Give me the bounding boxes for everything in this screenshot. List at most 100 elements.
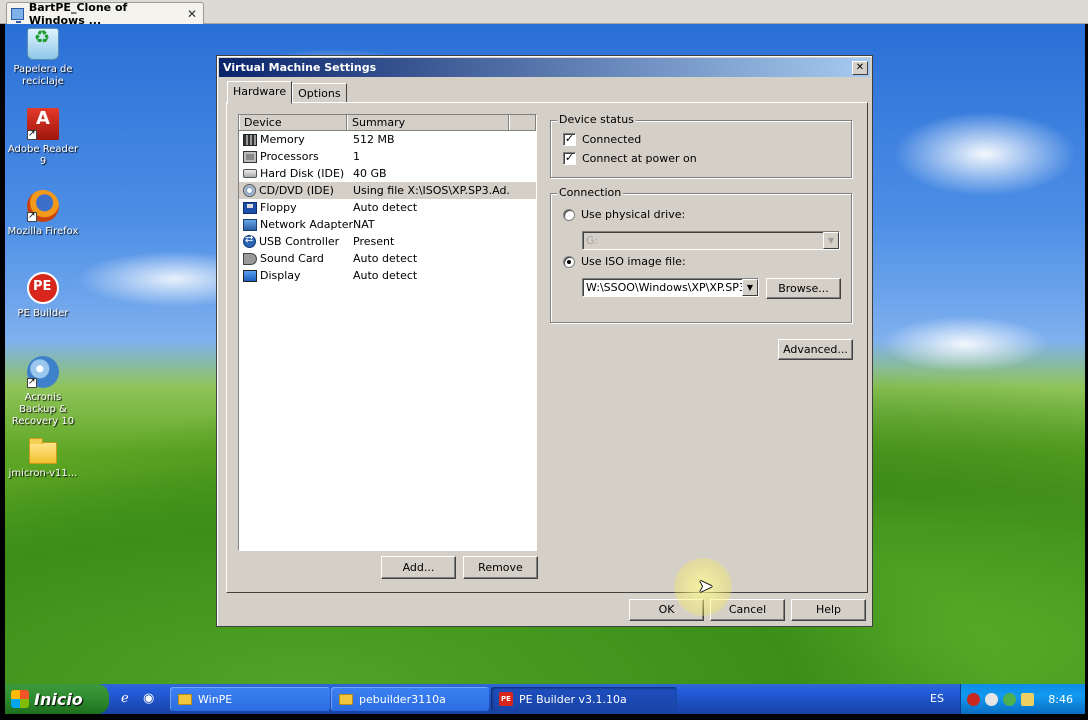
use-physical-drive-radio[interactable]: Use physical drive:	[563, 208, 685, 221]
browse-button[interactable]: Browse...	[766, 278, 841, 299]
device-summary: Auto detect	[353, 269, 418, 282]
folder-icon	[178, 693, 192, 705]
iso-image-path-value[interactable]: W:\SSOO\Windows\XP\XP.SP3.f	[583, 281, 742, 294]
taskbar: Inicio ℯ ◉ WinPE pebuilder3110a PE PE Bu…	[5, 684, 1085, 714]
hard-disk-icon	[243, 169, 257, 178]
advanced-button[interactable]: Advanced...	[778, 339, 853, 360]
desktop-icon-pe-builder[interactable]: PE Builder	[5, 272, 81, 320]
add-button[interactable]: Add...	[381, 556, 456, 579]
sound-card-icon	[243, 252, 257, 265]
checkbox-box[interactable]: ✓	[563, 152, 576, 165]
close-icon[interactable]: ✕	[187, 7, 197, 21]
desktop-icon-label: Acronis Backup & Recovery 10	[11, 392, 75, 427]
host-vm-tab[interactable]: BartPE_Clone of Windows ... ✕	[6, 0, 204, 27]
adobe-reader-icon	[27, 108, 59, 140]
device-row-floppy[interactable]: Floppy Auto detect	[239, 199, 536, 216]
start-label: Inicio	[34, 689, 83, 709]
device-name: Display	[260, 269, 301, 282]
shortcut-arrow-icon	[27, 376, 37, 388]
ie-icon[interactable]: ℯ	[121, 691, 129, 706]
chevron-down-icon[interactable]: ▼	[742, 279, 758, 296]
usb-icon	[243, 234, 256, 248]
device-status-group: Device status ✓ Connected ✓ Connect at p…	[550, 114, 852, 178]
recycle-bin-icon	[27, 28, 59, 60]
device-summary: Auto detect	[353, 201, 418, 214]
radio-button[interactable]	[563, 208, 575, 221]
device-summary: 40 GB	[353, 167, 387, 180]
desktop-icon-adobe-reader[interactable]: Adobe Reader 9	[5, 108, 81, 168]
task-label: WinPE	[198, 692, 233, 706]
device-row-hard-disk[interactable]: Hard Disk (IDE) 40 GB	[239, 165, 536, 182]
column-header-filler	[509, 115, 536, 130]
desktop-icon-label: jmicron-v11...	[8, 468, 78, 479]
taskbar-item-winpe[interactable]: WinPE	[170, 687, 330, 711]
desktop-icon-recycle-bin[interactable]: Papelera de reciclaje	[5, 28, 81, 88]
host-tab-title: BartPE_Clone of Windows ...	[28, 0, 128, 27]
vm-settings-dialog: Virtual Machine Settings ✕ Hardware Opti…	[216, 55, 873, 627]
device-name: Processors	[260, 150, 319, 163]
use-iso-image-label: Use ISO image file:	[581, 255, 686, 268]
memory-icon	[243, 133, 257, 146]
close-icon[interactable]: ✕	[852, 60, 868, 75]
device-row-network-adapter[interactable]: Network Adapter NAT	[239, 216, 536, 233]
chevron-down-icon: ▼	[823, 232, 839, 249]
connected-checkbox[interactable]: ✓ Connected	[563, 133, 641, 146]
clock[interactable]: 8:46	[1048, 693, 1073, 706]
help-button[interactable]: Help	[791, 599, 866, 621]
acronis-icon	[27, 356, 59, 388]
connect-at-power-on-label: Connect at power on	[582, 152, 697, 165]
remove-button[interactable]: Remove	[463, 556, 538, 579]
pe-builder-icon	[27, 272, 59, 304]
desktop-icon-label: PE Builder	[17, 308, 69, 319]
desktop-icon-firefox[interactable]: Mozilla Firefox	[5, 190, 81, 238]
device-name: Sound Card	[260, 252, 324, 265]
dialog-titlebar[interactable]: Virtual Machine Settings ✕	[219, 58, 870, 77]
security-shield-icon[interactable]	[967, 692, 980, 706]
taskbar-item-pe-builder[interactable]: PE PE Builder v3.1.10a	[491, 687, 677, 711]
device-row-cd-dvd[interactable]: CD/DVD (IDE) Using file X:\ISOS\XP.SP3.A…	[239, 182, 536, 199]
taskbar-item-pebuilder3110a[interactable]: pebuilder3110a	[331, 687, 489, 711]
device-list-header: Device Summary	[239, 115, 536, 131]
pe-builder-icon: PE	[499, 692, 513, 706]
dialog-tabs: Hardware Options	[227, 81, 347, 104]
tray-tool-icon[interactable]	[1021, 692, 1034, 706]
desktop-icon[interactable]: ◉	[143, 691, 154, 706]
desktop-icon-label: Papelera de reciclaje	[13, 64, 73, 87]
device-summary: Using file X:\ISOS\XP.SP3.Ad...	[353, 184, 509, 197]
task-label: pebuilder3110a	[359, 692, 446, 706]
display-icon	[243, 269, 257, 282]
device-summary: NAT	[353, 218, 375, 231]
shortcut-arrow-icon	[27, 128, 37, 140]
start-button[interactable]: Inicio	[5, 684, 109, 714]
device-summary: Auto detect	[353, 252, 418, 265]
device-summary: 1	[353, 150, 360, 163]
language-indicator[interactable]: ES	[930, 692, 944, 705]
device-row-sound-card[interactable]: Sound Card Auto detect	[239, 250, 536, 267]
tab-options[interactable]: Options	[292, 83, 347, 103]
device-row-memory[interactable]: Memory 512 MB	[239, 131, 536, 148]
floppy-icon	[243, 201, 257, 214]
device-list[interactable]: Device Summary Memory 512 MB Processors …	[238, 114, 537, 551]
tab-hardware[interactable]: Hardware	[227, 81, 293, 104]
desktop-icon-jmicron-folder[interactable]: jmicron-v11...	[5, 436, 81, 480]
connect-at-power-on-checkbox[interactable]: ✓ Connect at power on	[563, 152, 697, 165]
tray-app-icon[interactable]	[985, 692, 998, 706]
radio-button[interactable]	[563, 255, 575, 268]
network-icon[interactable]	[1003, 692, 1016, 706]
device-name: Network Adapter	[260, 218, 354, 231]
connection-label: Connection	[557, 186, 624, 199]
use-iso-image-radio[interactable]: Use ISO image file:	[563, 255, 686, 268]
column-header-device[interactable]: Device	[239, 115, 347, 130]
firefox-icon	[27, 190, 59, 222]
column-header-summary[interactable]: Summary	[347, 115, 509, 130]
checkbox-box[interactable]: ✓	[563, 133, 576, 146]
device-row-processors[interactable]: Processors 1	[239, 148, 536, 165]
device-row-usb-controller[interactable]: USB Controller Present	[239, 233, 536, 250]
iso-image-path-select[interactable]: W:\SSOO\Windows\XP\XP.SP3.f ▼	[582, 278, 759, 297]
device-row-display[interactable]: Display Auto detect	[239, 267, 536, 284]
desktop-icon-label: Adobe Reader 9	[7, 144, 79, 167]
shortcut-arrow-icon	[27, 210, 37, 222]
desktop-icon-acronis[interactable]: Acronis Backup & Recovery 10	[5, 356, 81, 428]
physical-drive-select: G: ▼	[582, 231, 840, 250]
device-name: CD/DVD (IDE)	[259, 184, 334, 197]
